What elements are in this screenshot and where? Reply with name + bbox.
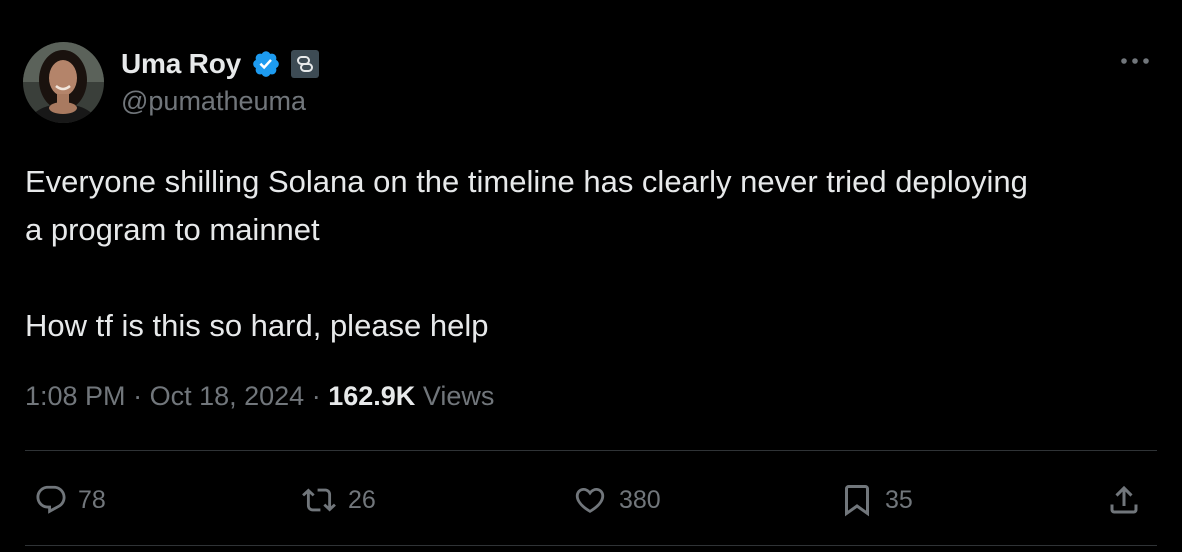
reply-count: 78 (78, 485, 106, 514)
share-button[interactable] (1106, 478, 1142, 522)
more-dots-icon (1121, 58, 1149, 64)
views-count[interactable]: 162.9K (328, 381, 415, 411)
tweet-date[interactable]: Oct 18, 2024 (150, 381, 305, 411)
link-badge-icon[interactable] (290, 50, 319, 78)
bookmark-button[interactable]: 35 (839, 478, 913, 522)
like-button[interactable]: 380 (571, 478, 661, 522)
retweet-count: 26 (348, 485, 376, 514)
bottom-divider (25, 545, 1157, 546)
tweet-meta: 1:08 PM · Oct 18, 2024 · 162.9K Views (25, 381, 494, 412)
divider (25, 450, 1157, 451)
bookmark-icon (845, 485, 869, 517)
meta-separator: · (311, 381, 321, 411)
author-handle[interactable]: @pumatheuma (121, 86, 306, 117)
author-display-name[interactable]: Uma Roy (121, 48, 241, 80)
author-name-row: Uma Roy (121, 44, 319, 84)
meta-separator: · (133, 381, 143, 411)
reply-button[interactable]: 78 (34, 478, 106, 522)
tweet-time[interactable]: 1:08 PM (25, 381, 126, 411)
views-label: Views (422, 381, 495, 411)
retweet-button[interactable]: 26 (300, 478, 376, 522)
reply-icon (36, 485, 66, 514)
retweet-icon (302, 488, 336, 512)
verified-badge-icon[interactable] (251, 49, 281, 79)
like-count: 380 (619, 485, 661, 514)
share-icon (1110, 485, 1138, 514)
tweet-card: Uma Roy @pumatheuma Everyone shilling So… (0, 0, 1182, 552)
avatar-image (23, 42, 104, 123)
tweet-text: Everyone shilling Solana on the timeline… (25, 164, 1028, 343)
bookmark-count: 35 (885, 485, 913, 514)
avatar[interactable] (23, 42, 104, 123)
more-options-button[interactable] (1118, 48, 1152, 74)
heart-icon (575, 487, 605, 513)
